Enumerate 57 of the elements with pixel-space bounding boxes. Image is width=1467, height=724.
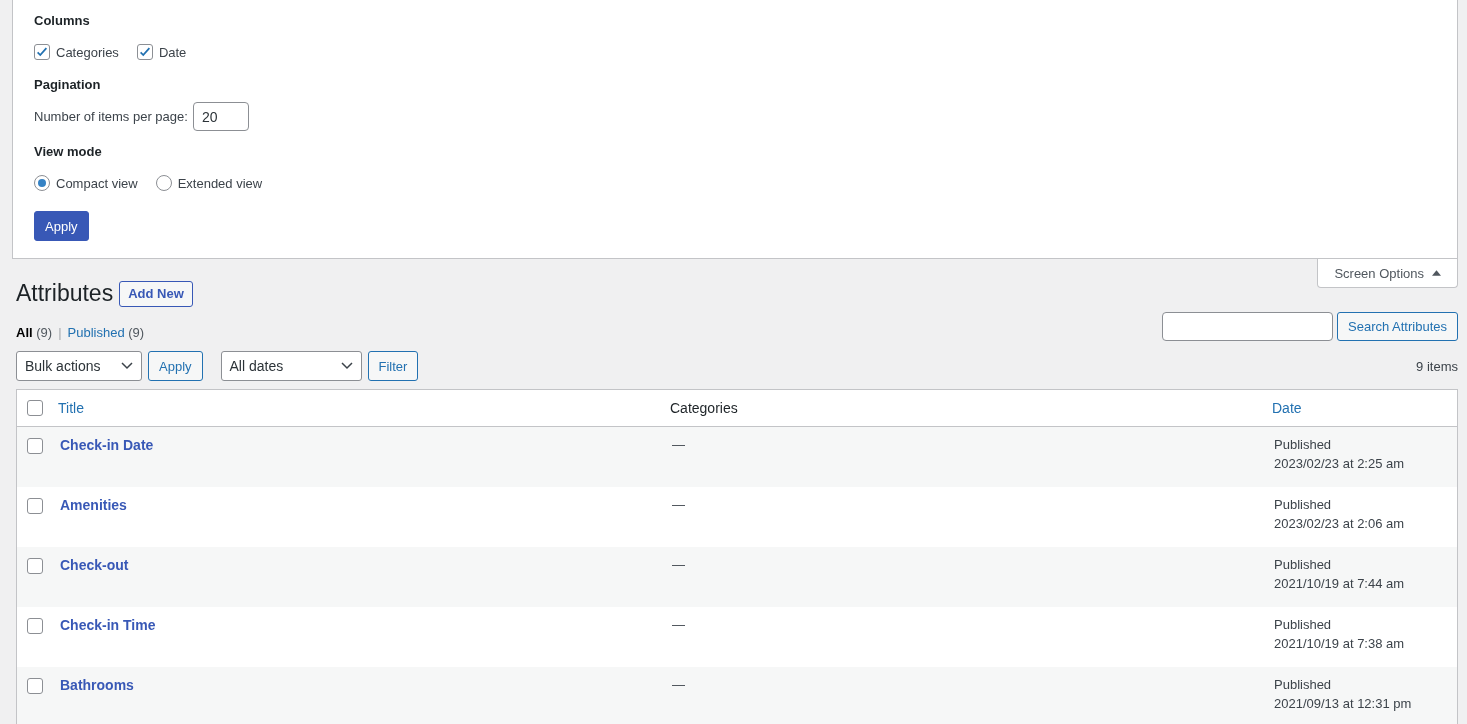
page-title: Attributes (16, 279, 114, 308)
checkbox[interactable] (34, 44, 50, 60)
table-cell: — (672, 557, 685, 572)
search-field[interactable] (1162, 312, 1333, 341)
date-text: 2021/10/19 at 7:44 am (1274, 576, 1406, 591)
column-header: Categories (670, 400, 738, 416)
search-button[interactable]: Search Attributes (1337, 312, 1458, 341)
caret-up-icon (1432, 270, 1441, 276)
checkbox[interactable] (136, 44, 153, 60)
chevron-down-icon (340, 362, 353, 370)
date-text: 2023/02/23 at 2:06 am (1274, 516, 1406, 531)
separator: | (58, 325, 62, 340)
date-text: 2023/02/23 at 2:25 am (1274, 456, 1406, 471)
table-cell: — (672, 437, 685, 452)
date-filter-dropdown[interactable]: All dates (220, 351, 362, 381)
checkbox-label: Categories (56, 44, 119, 60)
attribute-title-link[interactable]: Check-in Time (60, 617, 156, 633)
attribute-title-link[interactable]: Bathrooms (60, 677, 134, 693)
attribute-title-link[interactable]: Amenities (60, 497, 127, 513)
checkbox-label: Date (158, 44, 187, 60)
section-heading: Pagination (34, 76, 101, 94)
field-label: Number of items per page: (34, 109, 188, 124)
screen-options-tab[interactable]: Screen Options (1317, 259, 1458, 288)
status-text: Published (1274, 437, 1333, 452)
chevron-down-icon (121, 362, 133, 370)
row-checkbox[interactable] (27, 678, 43, 694)
items-count: 9 items (1416, 358, 1458, 374)
section-heading: Columns (34, 12, 90, 30)
column-header[interactable]: Date (1272, 400, 1457, 416)
status-text: Published (1274, 677, 1333, 692)
row-checkbox[interactable] (27, 498, 43, 514)
select-all-checkbox[interactable] (27, 400, 43, 416)
apply-button[interactable]: Apply (148, 351, 203, 381)
table-cell: — (672, 497, 685, 512)
row-checkbox[interactable] (27, 438, 43, 454)
add-new-button[interactable]: Add New (119, 280, 193, 307)
filter-button[interactable]: Filter (367, 351, 419, 381)
status-text: Published (1274, 617, 1333, 632)
status-text: Published (1274, 497, 1333, 512)
items-per-page-field[interactable]: 20 (192, 102, 249, 131)
table-cell: — (672, 677, 685, 692)
row-checkbox[interactable] (27, 618, 43, 634)
apply-button[interactable]: Apply (34, 211, 89, 241)
date-text: 2021/10/19 at 7:38 am (1274, 636, 1406, 651)
bulk-actions-dropdown[interactable]: Bulk actions (16, 351, 142, 381)
row-checkbox[interactable] (27, 558, 43, 574)
column-header[interactable]: Title (58, 400, 84, 416)
filter-link[interactable]: All (9) (16, 325, 53, 340)
attribute-title-link[interactable]: Check-out (60, 557, 129, 573)
status-text: Published (1274, 557, 1333, 572)
table-cell: — (672, 617, 685, 632)
date-text: 2021/09/13 at 12:31 pm (1274, 696, 1413, 711)
radio-label: Extended view (177, 175, 263, 191)
attribute-title-link[interactable]: Check-in Date (60, 437, 154, 453)
section-heading: View mode (34, 143, 102, 161)
filter-link[interactable]: Published (9) (67, 325, 145, 340)
radio-label: Compact view (56, 175, 138, 191)
